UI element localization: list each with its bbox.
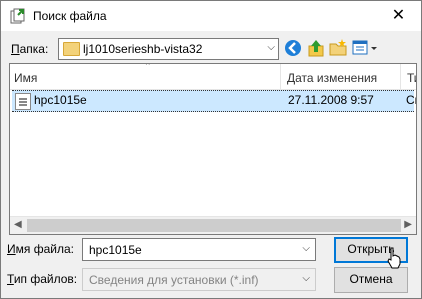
filename-value: hpc1015e xyxy=(89,243,142,257)
file-list[interactable]: ⌃ Имя Дата изменения Ти hpc1015e 27.11.2… xyxy=(9,63,417,235)
scroll-thumb[interactable] xyxy=(27,219,401,232)
chevron-down-icon: ⌵ xyxy=(267,42,275,53)
folder-combo[interactable]: lj1010serieshb-vista32 ⌵ xyxy=(58,38,279,60)
cancel-button[interactable]: Отмена xyxy=(334,267,408,293)
close-button[interactable]: ✕ xyxy=(376,1,421,31)
chevron-down-icon[interactable]: ⌵ xyxy=(302,243,310,254)
file-date: 27.11.2008 9:57 xyxy=(288,93,374,107)
back-icon[interactable] xyxy=(283,38,303,58)
column-type[interactable]: Ти xyxy=(407,71,416,85)
file-name: hpc1015e xyxy=(34,93,87,107)
folder-value: lj1010serieshb-vista32 xyxy=(83,42,203,56)
title-bar: Поиск файла ✕ xyxy=(1,1,421,31)
horizontal-scrollbar[interactable]: ◀ ▶ xyxy=(10,216,416,234)
file-search-icon xyxy=(10,8,25,24)
chevron-down-icon: ⌵ xyxy=(302,273,310,284)
scroll-left-icon[interactable]: ◀ xyxy=(14,219,22,230)
folder-label: Папка: xyxy=(11,42,49,56)
inf-file-icon xyxy=(15,93,31,110)
filetype-select[interactable]: Сведения для установки (*.inf) ⌵ xyxy=(82,268,316,291)
filename-label: Имя файла: xyxy=(7,242,74,256)
find-file-dialog: Поиск файла ✕ Папка: lj1010serieshb-vist… xyxy=(0,0,422,299)
column-date[interactable]: Дата изменения xyxy=(287,71,377,85)
filetype-value: Сведения для установки (*.inf) xyxy=(89,273,259,287)
sort-ascending-icon: ⌃ xyxy=(144,63,152,71)
scroll-right-icon[interactable]: ▶ xyxy=(404,219,412,230)
window-title: Поиск файла xyxy=(33,9,107,23)
mouse-cursor-icon xyxy=(387,247,401,269)
column-divider[interactable] xyxy=(280,64,281,89)
list-item[interactable]: hpc1015e 27.11.2008 9:57 Св xyxy=(12,90,416,112)
filename-input[interactable]: hpc1015e ⌵ xyxy=(82,238,316,261)
up-folder-icon[interactable] xyxy=(306,38,326,58)
column-divider[interactable] xyxy=(400,64,401,89)
close-icon: ✕ xyxy=(391,7,406,24)
new-folder-icon[interactable] xyxy=(328,38,348,58)
folder-icon xyxy=(63,42,80,56)
list-header: ⌃ Имя Дата изменения Ти xyxy=(10,64,416,90)
view-menu-icon[interactable] xyxy=(351,38,379,58)
column-name[interactable]: Имя xyxy=(14,71,37,85)
filetype-label: Тип файлов: xyxy=(7,272,78,286)
file-type: Св xyxy=(406,93,416,107)
